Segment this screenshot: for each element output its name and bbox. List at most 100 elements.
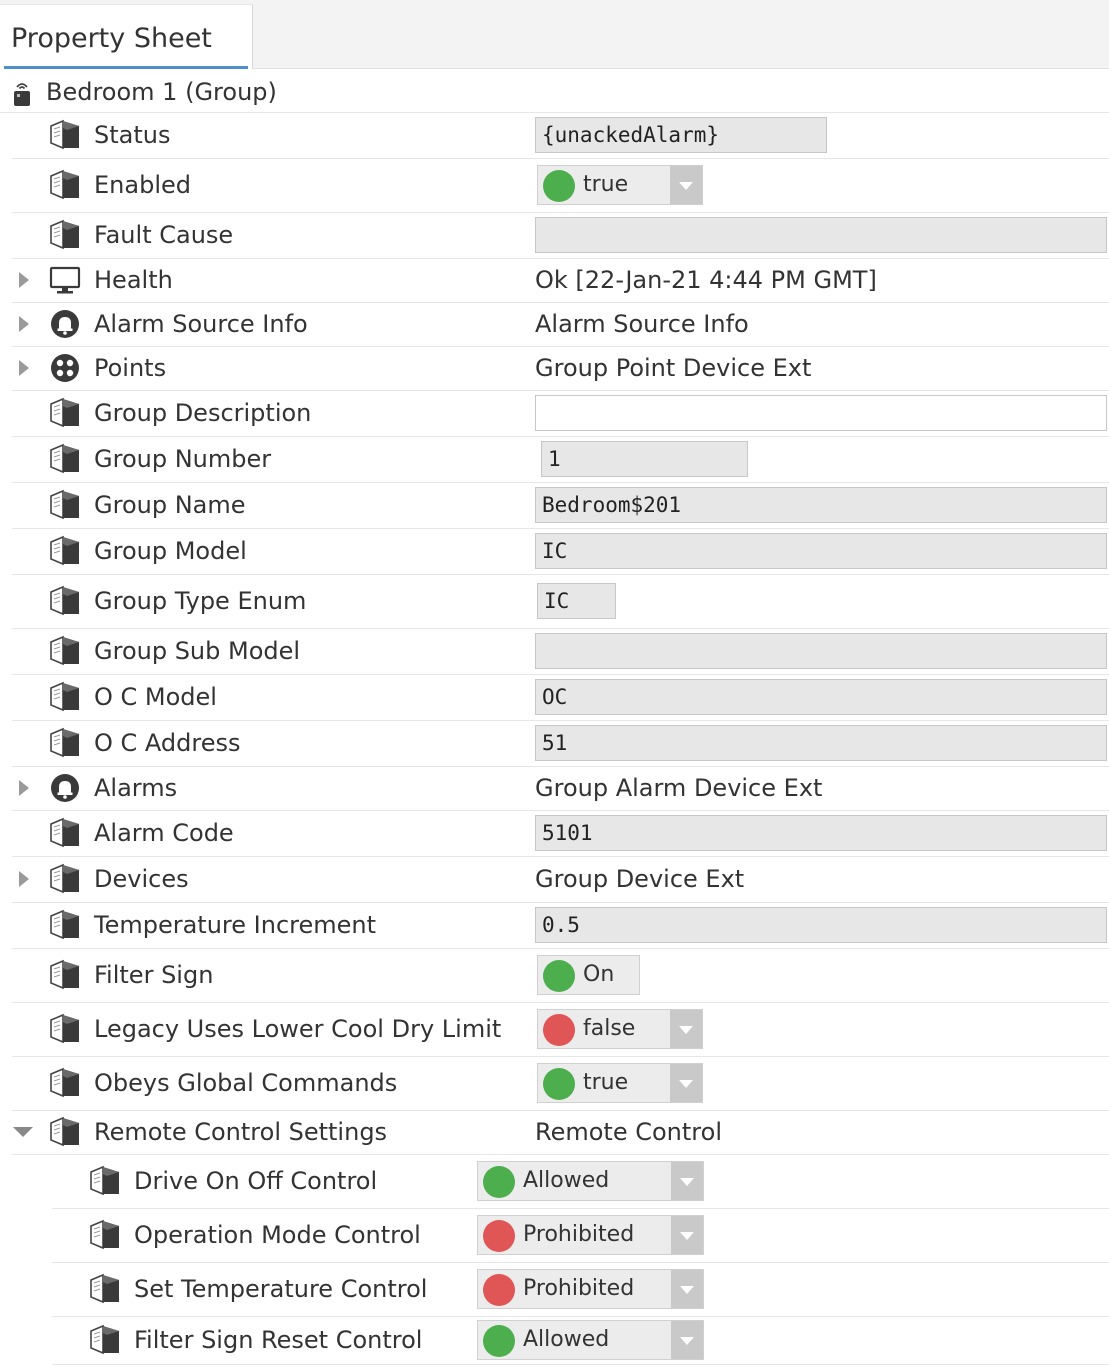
- alarm-code-field[interactable]: 5101: [535, 815, 1107, 851]
- property-row-remote-control-settings[interactable]: Remote Control Settings Remote Control: [12, 1110, 1109, 1155]
- property-name: Group Model: [94, 537, 247, 565]
- dropdown-selected-value: Allowed: [523, 1327, 610, 1352]
- o-c-model-field[interactable]: OC: [535, 679, 1107, 715]
- filter-sign-indicator[interactable]: On: [537, 955, 640, 995]
- expand-triangle-icon[interactable]: [16, 270, 32, 290]
- temperature-increment-field[interactable]: 0.5: [535, 907, 1107, 943]
- property-row-obeys-global-commands[interactable]: Obeys Global Commands true: [12, 1056, 1109, 1111]
- property-row-group-sub-model[interactable]: Group Sub Model: [12, 628, 1109, 675]
- chevron-down-icon: [679, 1080, 693, 1088]
- property-row-points[interactable]: Points Group Point Device Ext: [12, 346, 1109, 391]
- property-row-operation-mode-control[interactable]: Operation Mode Control Prohibited: [52, 1208, 1109, 1263]
- dropdown-arrow-button[interactable]: [670, 1064, 702, 1102]
- green-status-dot-icon: [543, 960, 575, 992]
- slot-object-icon: [48, 863, 82, 895]
- property-row-alarms[interactable]: Alarms Group Alarm Device Ext: [12, 766, 1109, 811]
- property-name: Alarm Source Info: [94, 310, 308, 338]
- root-node-row[interactable]: Bedroom 1 (Group): [0, 70, 1109, 113]
- legacy-uses-lower-cool-dry-limit-dropdown[interactable]: false: [537, 1009, 703, 1049]
- property-row-drive-on-off-control[interactable]: Drive On Off Control Allowed: [52, 1154, 1109, 1209]
- property-row-fault-cause[interactable]: Fault Cause: [12, 212, 1109, 259]
- property-name: Legacy Uses Lower Cool Dry Limit: [94, 1015, 502, 1043]
- green-status-dot-icon: [543, 170, 575, 202]
- expand-triangle-icon[interactable]: [16, 869, 32, 889]
- property-row-status[interactable]: Status {unackedAlarm}: [12, 112, 1109, 159]
- operation-mode-control-dropdown[interactable]: Prohibited: [477, 1215, 704, 1255]
- dropdown-selected-value: true: [583, 172, 629, 197]
- slot-object-icon: [48, 681, 82, 713]
- slot-object-icon: [48, 169, 82, 201]
- property-row-temperature-increment[interactable]: Temperature Increment 0.5: [12, 902, 1109, 949]
- dropdown-arrow-button[interactable]: [671, 1216, 703, 1254]
- group-description-field[interactable]: [535, 395, 1107, 431]
- slot-object-icon: [88, 1324, 122, 1356]
- property-row-alarm-source-info[interactable]: Alarm Source Info Alarm Source Info: [12, 302, 1109, 347]
- property-value-text[interactable]: Group Point Device Ext: [535, 353, 811, 383]
- status-field[interactable]: {unackedAlarm}: [535, 117, 827, 153]
- dropdown-arrow-button[interactable]: [671, 1162, 703, 1200]
- fault-cause-field[interactable]: [535, 217, 1107, 253]
- drive-on-off-control-dropdown[interactable]: Allowed: [477, 1161, 704, 1201]
- enabled-dropdown[interactable]: true: [537, 165, 703, 205]
- expand-triangle-icon[interactable]: [16, 778, 32, 798]
- property-row-alarm-code[interactable]: Alarm Code 5101: [12, 810, 1109, 857]
- property-name: Operation Mode Control: [134, 1221, 421, 1249]
- slot-object-icon: [48, 959, 82, 991]
- expand-triangle-icon[interactable]: [16, 358, 32, 378]
- property-row-group-type-enum[interactable]: Group Type Enum IC: [12, 574, 1109, 629]
- group-model-field[interactable]: IC: [535, 533, 1107, 569]
- property-value-text[interactable]: Group Alarm Device Ext: [535, 773, 822, 803]
- set-temperature-control-dropdown[interactable]: Prohibited: [477, 1269, 704, 1309]
- slot-object-icon: [48, 535, 82, 567]
- slot-object-icon: [48, 1116, 82, 1148]
- property-row-filter-sign[interactable]: Filter Sign On: [12, 948, 1109, 1003]
- slot-object-icon: [48, 585, 82, 617]
- property-row-group-number[interactable]: Group Number 1: [12, 436, 1109, 483]
- dropdown-arrow-button[interactable]: [670, 1010, 702, 1048]
- property-row-o-c-address[interactable]: O C Address 51: [12, 720, 1109, 767]
- property-name: Temperature Increment: [94, 911, 377, 939]
- root-node-label: Bedroom 1 (Group): [46, 78, 277, 106]
- property-value-text[interactable]: Ok [22-Jan-21 4:44 PM GMT]: [535, 265, 877, 295]
- filter-sign-reset-control-dropdown[interactable]: Allowed: [477, 1320, 704, 1360]
- dropdown-arrow-button[interactable]: [670, 166, 702, 204]
- property-row-group-name[interactable]: Group Name Bedroom$201: [12, 482, 1109, 529]
- green-status-dot-icon: [543, 1068, 575, 1100]
- property-name: Status: [94, 121, 171, 149]
- tab-property-sheet[interactable]: Property Sheet: [0, 4, 253, 69]
- property-value-text[interactable]: Remote Control: [535, 1117, 722, 1147]
- expand-triangle-icon[interactable]: [16, 314, 32, 334]
- property-value-text[interactable]: Alarm Source Info: [535, 309, 749, 339]
- tab-label: Property Sheet: [11, 23, 212, 54]
- property-row-o-c-model[interactable]: O C Model OC: [12, 674, 1109, 721]
- property-name: Drive On Off Control: [134, 1167, 378, 1195]
- property-row-enabled[interactable]: Enabled true: [12, 158, 1109, 213]
- dropdown-selected-value: false: [583, 1016, 636, 1041]
- property-row-devices[interactable]: Devices Group Device Ext: [12, 856, 1109, 903]
- chevron-down-icon: [679, 1026, 693, 1034]
- red-status-dot-icon: [483, 1274, 515, 1306]
- group-number-field[interactable]: 1: [541, 441, 748, 477]
- collapse-triangle-icon[interactable]: [12, 1122, 34, 1142]
- dropdown-selected-value: Prohibited: [523, 1276, 635, 1301]
- group-name-field[interactable]: Bedroom$201: [535, 487, 1107, 523]
- obeys-global-commands-dropdown[interactable]: true: [537, 1063, 703, 1103]
- chevron-down-icon: [680, 1286, 694, 1294]
- dropdown-arrow-button[interactable]: [671, 1270, 703, 1308]
- group-type-enum-field[interactable]: IC: [537, 583, 616, 619]
- property-row-legacy-uses-lower-cool-dry-limit[interactable]: Legacy Uses Lower Cool Dry Limit false: [12, 1002, 1109, 1057]
- property-row-filter-sign-reset-control[interactable]: Filter Sign Reset Control Allowed: [52, 1316, 1109, 1365]
- property-row-set-temperature-control[interactable]: Set Temperature Control Prohibited: [52, 1262, 1109, 1317]
- property-row-group-model[interactable]: Group Model IC: [12, 528, 1109, 575]
- o-c-address-field[interactable]: 51: [535, 725, 1107, 761]
- dropdown-arrow-button[interactable]: [671, 1321, 703, 1359]
- property-name: Alarms: [94, 774, 178, 802]
- property-name: Group Sub Model: [94, 637, 301, 665]
- tab-bar: Property Sheet: [0, 0, 1109, 69]
- property-row-group-description[interactable]: Group Description: [12, 390, 1109, 437]
- slot-object-icon: [48, 443, 82, 475]
- property-name: Remote Control Settings: [94, 1118, 388, 1146]
- property-row-health[interactable]: Health Ok [22-Jan-21 4:44 PM GMT]: [12, 258, 1109, 303]
- property-value-text[interactable]: Group Device Ext: [535, 864, 744, 894]
- group-sub-model-field[interactable]: [535, 633, 1107, 669]
